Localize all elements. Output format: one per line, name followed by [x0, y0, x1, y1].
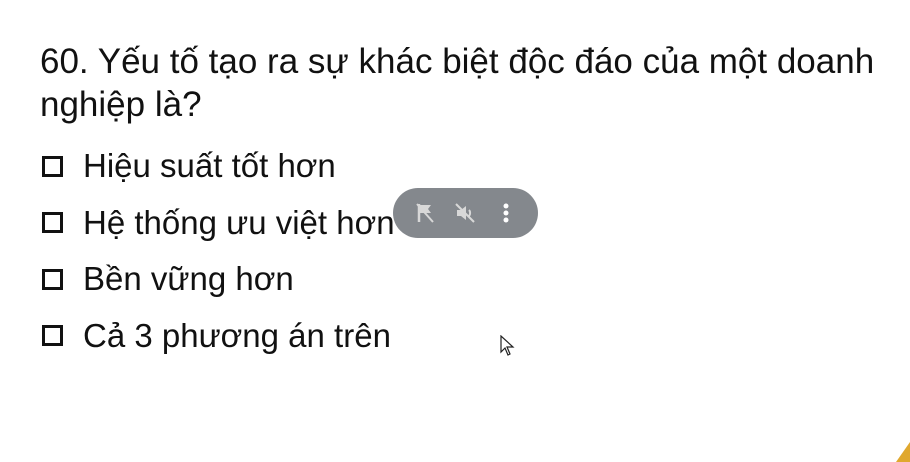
media-controls-pill	[393, 188, 538, 238]
mute-icon	[455, 203, 476, 223]
flag-button[interactable]	[410, 198, 440, 228]
corner-decoration	[896, 442, 910, 462]
more-options-button[interactable]	[491, 198, 521, 228]
option-label: Hiệu suất tốt hơn	[83, 147, 336, 185]
option-4[interactable]: Cả 3 phương án trên	[42, 308, 395, 365]
option-label: Cả 3 phương án trên	[83, 316, 391, 354]
option-3[interactable]: Bền vững hơn	[42, 251, 395, 308]
mute-button[interactable]	[450, 198, 480, 228]
checkbox[interactable]	[42, 212, 63, 234]
option-label: Bền vững hơn	[83, 260, 294, 298]
question-text: 60. Yếu tố tạo ra sự khác biệt độc đáo c…	[40, 42, 875, 124]
flag-icon	[416, 203, 434, 223]
checkbox[interactable]	[42, 268, 63, 290]
more-vertical-icon	[503, 203, 509, 223]
mouse-cursor-icon	[500, 335, 515, 356]
checkbox[interactable]	[42, 155, 63, 177]
option-1[interactable]: Hiệu suất tốt hơn	[42, 138, 395, 195]
answer-options: Hiệu suất tốt hơn Hệ thống ưu việt hơn B…	[42, 138, 395, 364]
option-2[interactable]: Hệ thống ưu việt hơn	[42, 195, 395, 252]
checkbox[interactable]	[42, 325, 63, 347]
option-label: Hệ thống ưu việt hơn	[83, 203, 395, 241]
